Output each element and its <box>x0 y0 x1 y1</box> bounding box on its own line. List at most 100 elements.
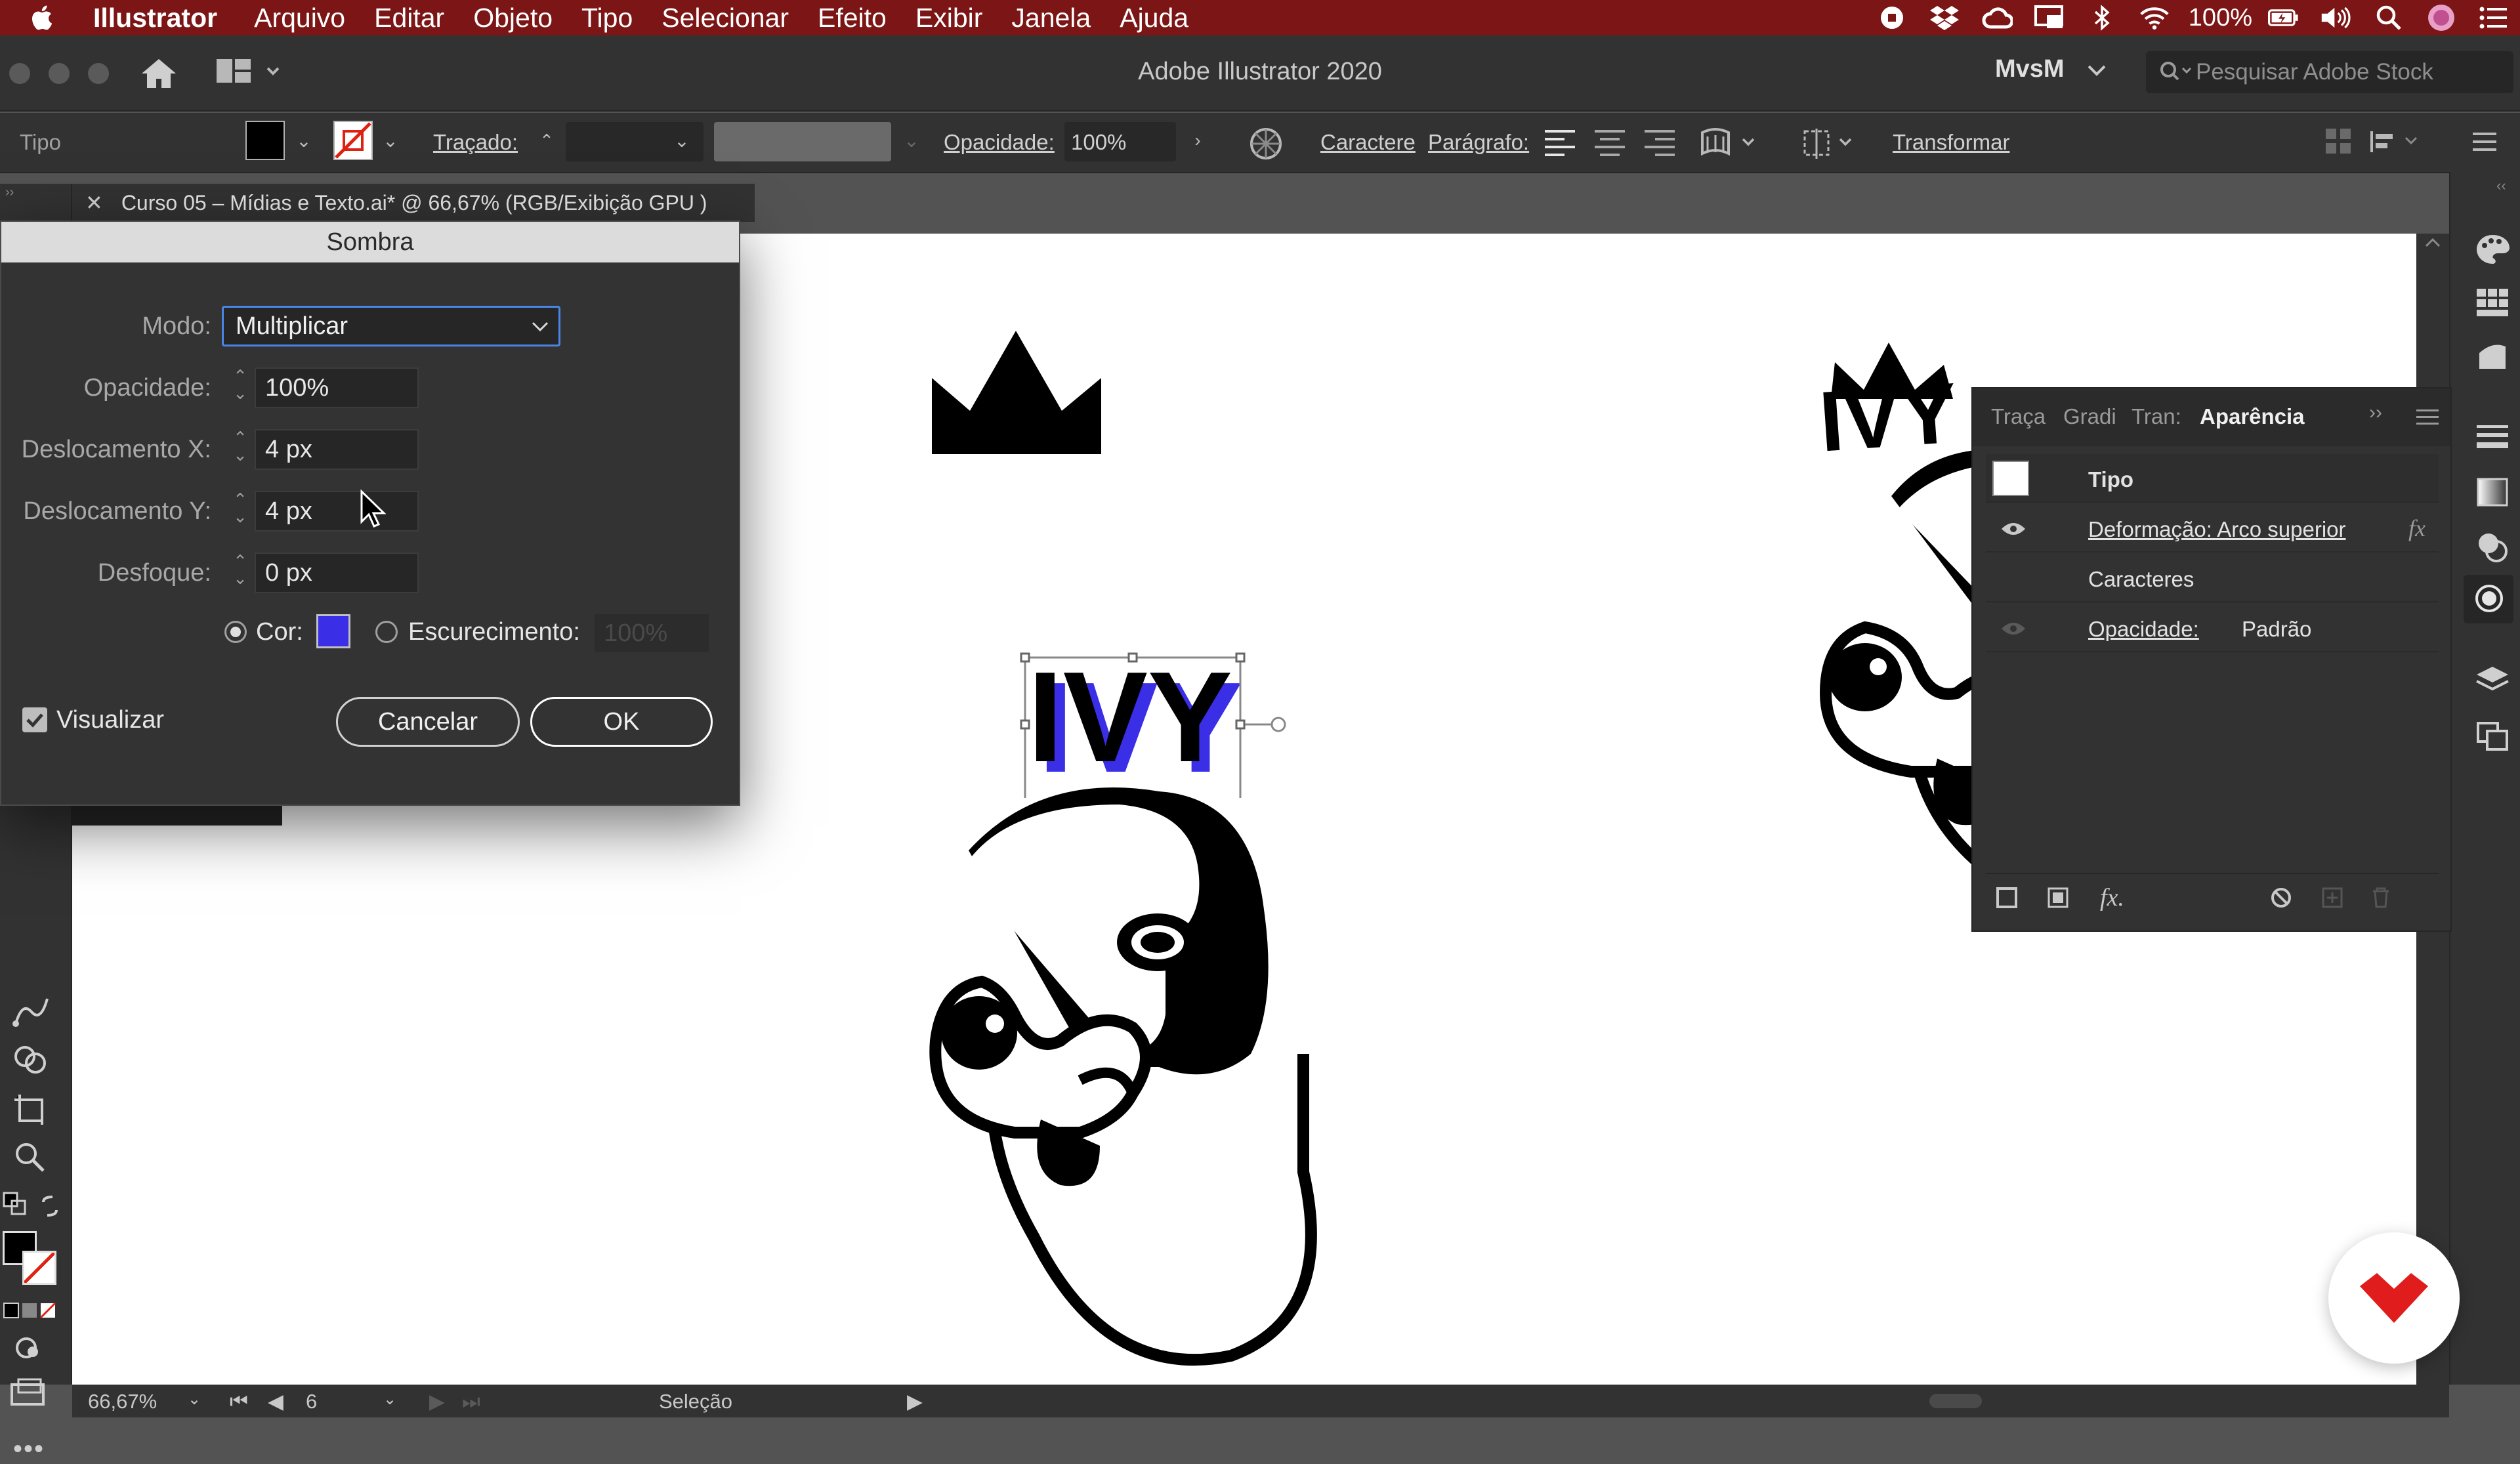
opacity-input[interactable]: 100% <box>255 367 419 408</box>
preview-checkbox[interactable] <box>22 707 47 732</box>
ivy-logo-selected[interactable]: IVY IVY <box>1004 640 1319 798</box>
screen-mode-icon[interactable] <box>9 1378 46 1407</box>
opacity-panel-link[interactable]: Opacidade: <box>944 130 1055 155</box>
menu-ajuda[interactable]: Ajuda <box>1120 3 1188 33</box>
swap-fill-stroke-icon[interactable] <box>39 1194 63 1218</box>
stock-search-input[interactable]: Pesquisar Adobe Stock <box>2146 51 2513 93</box>
menu-janela[interactable]: Janela <box>1011 3 1091 33</box>
artboards-panel-icon[interactable] <box>2475 721 2510 752</box>
align-objects-icon[interactable] <box>1802 127 1861 160</box>
tab-transparency[interactable]: Tran: <box>2132 404 2181 429</box>
next-artboard-icon[interactable]: ▶ <box>429 1390 445 1413</box>
visibility-eye-icon[interactable] <box>2000 521 2026 537</box>
fill-dropdown-chevron-icon[interactable]: ⌄ <box>293 126 315 155</box>
swatches-icon[interactable] <box>2477 289 2508 318</box>
blur-input[interactable]: 0 px <box>255 553 419 593</box>
color-modes-icon[interactable] <box>3 1302 58 1319</box>
clear-appearance-icon[interactable] <box>2269 886 2293 910</box>
menu-exibir[interactable]: Exibir <box>915 3 983 33</box>
shape-builder-tool-icon[interactable] <box>12 1043 51 1076</box>
spotlight-search-icon[interactable] <box>2373 5 2404 31</box>
record-icon[interactable] <box>1876 5 1908 31</box>
warp-effect-label[interactable]: Deformação: Arco superior <box>2088 517 2346 542</box>
apple-icon[interactable] <box>29 3 58 32</box>
draw-mode-icon[interactable] <box>13 1333 45 1362</box>
offset-x-input[interactable]: 4 px <box>255 429 419 470</box>
appearance-row-type[interactable]: Tipo <box>1986 454 2439 503</box>
menu-tipo[interactable]: Tipo <box>581 3 633 33</box>
tab-appearance[interactable]: Aparência <box>2200 404 2305 429</box>
dropbox-icon[interactable] <box>1929 5 1960 31</box>
ivy-text[interactable]: IVY <box>1028 645 1232 789</box>
gradient-panel-icon[interactable] <box>2477 478 2508 507</box>
horizontal-scrollbar[interactable] <box>945 1391 2389 1411</box>
first-artboard-icon[interactable]: ⏮ <box>230 1390 248 1414</box>
artboard-tool-icon[interactable] <box>12 1092 51 1125</box>
scrollbar-thumb[interactable] <box>1929 1394 1982 1408</box>
collapse-panel-icon[interactable]: ›› <box>2369 402 2382 424</box>
offset-y-input[interactable]: 4 px <box>255 491 419 532</box>
profile-chevron-icon[interactable]: ⌄ <box>900 126 923 155</box>
arrange-panel-icon[interactable] <box>2368 129 2427 155</box>
blend-mode-select[interactable]: Multiplicar <box>222 306 560 346</box>
brushes-icon[interactable] <box>2477 340 2508 371</box>
panel-menu-icon[interactable] <box>2473 130 2499 154</box>
add-new-stroke-icon[interactable] <box>1995 886 2019 910</box>
recolor-artwork-icon[interactable] <box>1250 127 1282 160</box>
shadow-color-swatch[interactable] <box>316 614 350 648</box>
tab-stroke[interactable]: Traça <box>1991 404 2046 429</box>
artboard-number[interactable]: 6 <box>306 1390 317 1413</box>
align-left-icon[interactable] <box>1545 129 1575 157</box>
menu-selecionar[interactable]: Selecionar <box>662 3 789 33</box>
darkness-radio[interactable] <box>375 621 398 643</box>
visibility-eye-icon[interactable] <box>2000 621 2026 637</box>
chevron-down-icon[interactable] <box>2087 64 2107 77</box>
fill-swatch[interactable] <box>245 121 285 160</box>
stroke-panel-icon[interactable] <box>2477 424 2508 450</box>
layers-icon[interactable] <box>2475 665 2510 697</box>
add-new-fill-icon[interactable] <box>2046 886 2070 910</box>
paragraph-panel-link[interactable]: Parágrafo: <box>1428 130 1529 155</box>
menu-efeito[interactable]: Efeito <box>818 3 887 33</box>
artboard-chevron-down-icon[interactable]: ⌄ <box>383 1390 396 1409</box>
zoom-tool-icon[interactable] <box>12 1140 51 1173</box>
color-guide-icon[interactable] <box>2474 232 2511 265</box>
stroke-dropdown-chevron-icon[interactable]: ⌄ <box>379 126 402 155</box>
menu-editar[interactable]: Editar <box>374 3 444 33</box>
fx-icon[interactable]: fx <box>2408 514 2426 542</box>
ok-button[interactable]: OK <box>530 697 713 747</box>
appearance-row-characters[interactable]: Caracteres <box>1986 554 2439 602</box>
opacity-stepper-icon[interactable]: ⌃ ⌄ <box>224 367 256 408</box>
last-artboard-icon[interactable]: ⏭ <box>462 1390 480 1414</box>
curvature-tool-icon[interactable] <box>12 995 51 1028</box>
add-new-effect-icon[interactable]: fx. <box>2100 883 2124 912</box>
align-center-icon[interactable] <box>1595 129 1625 157</box>
color-radio[interactable] <box>224 621 247 643</box>
close-document-icon[interactable]: ✕ <box>85 190 103 215</box>
appearance-row-opacity[interactable]: Opacidade: Padrão <box>1986 604 2439 652</box>
transform-panel-link[interactable]: Transformar <box>1893 130 2009 155</box>
user-avatar-icon[interactable] <box>2426 5 2457 31</box>
expand-panels-icon[interactable]: ‹‹ <box>2496 177 2506 194</box>
offset-y-stepper-icon[interactable]: ⌃ ⌄ <box>224 491 256 532</box>
cancel-button[interactable]: Cancelar <box>336 697 520 747</box>
app-menu[interactable]: Illustrator <box>93 3 217 33</box>
default-fill-stroke-icon[interactable] <box>3 1192 26 1215</box>
bluetooth-icon[interactable] <box>2086 5 2118 31</box>
stroke-weight-stepper-icon[interactable]: ⌃ <box>536 126 558 155</box>
notification-center-icon[interactable] <box>2478 5 2510 31</box>
stroke-weight-chevron-icon[interactable]: ⌄ <box>671 126 693 155</box>
collapse-tools-icon[interactable]: ›› <box>5 185 14 200</box>
crown-artwork[interactable] <box>928 325 1105 457</box>
wifi-icon[interactable] <box>2139 5 2170 31</box>
warp-envelope-icon[interactable] <box>1700 126 1765 160</box>
character-panel-link[interactable]: Caractere <box>1320 130 1416 155</box>
stroke-color-swatch[interactable] <box>22 1251 56 1285</box>
screen-mirror-icon[interactable] <box>2034 5 2065 31</box>
appearance-row-warp[interactable]: Deformação: Arco superior fx <box>1986 504 2439 553</box>
transparency-panel-icon[interactable] <box>2477 532 2508 563</box>
opacity-field[interactable]: 100% <box>1064 122 1176 161</box>
isolate-object-icon[interactable] <box>2326 129 2352 155</box>
menu-objeto[interactable]: Objeto <box>473 3 553 33</box>
creative-cloud-icon[interactable] <box>1981 5 2013 31</box>
